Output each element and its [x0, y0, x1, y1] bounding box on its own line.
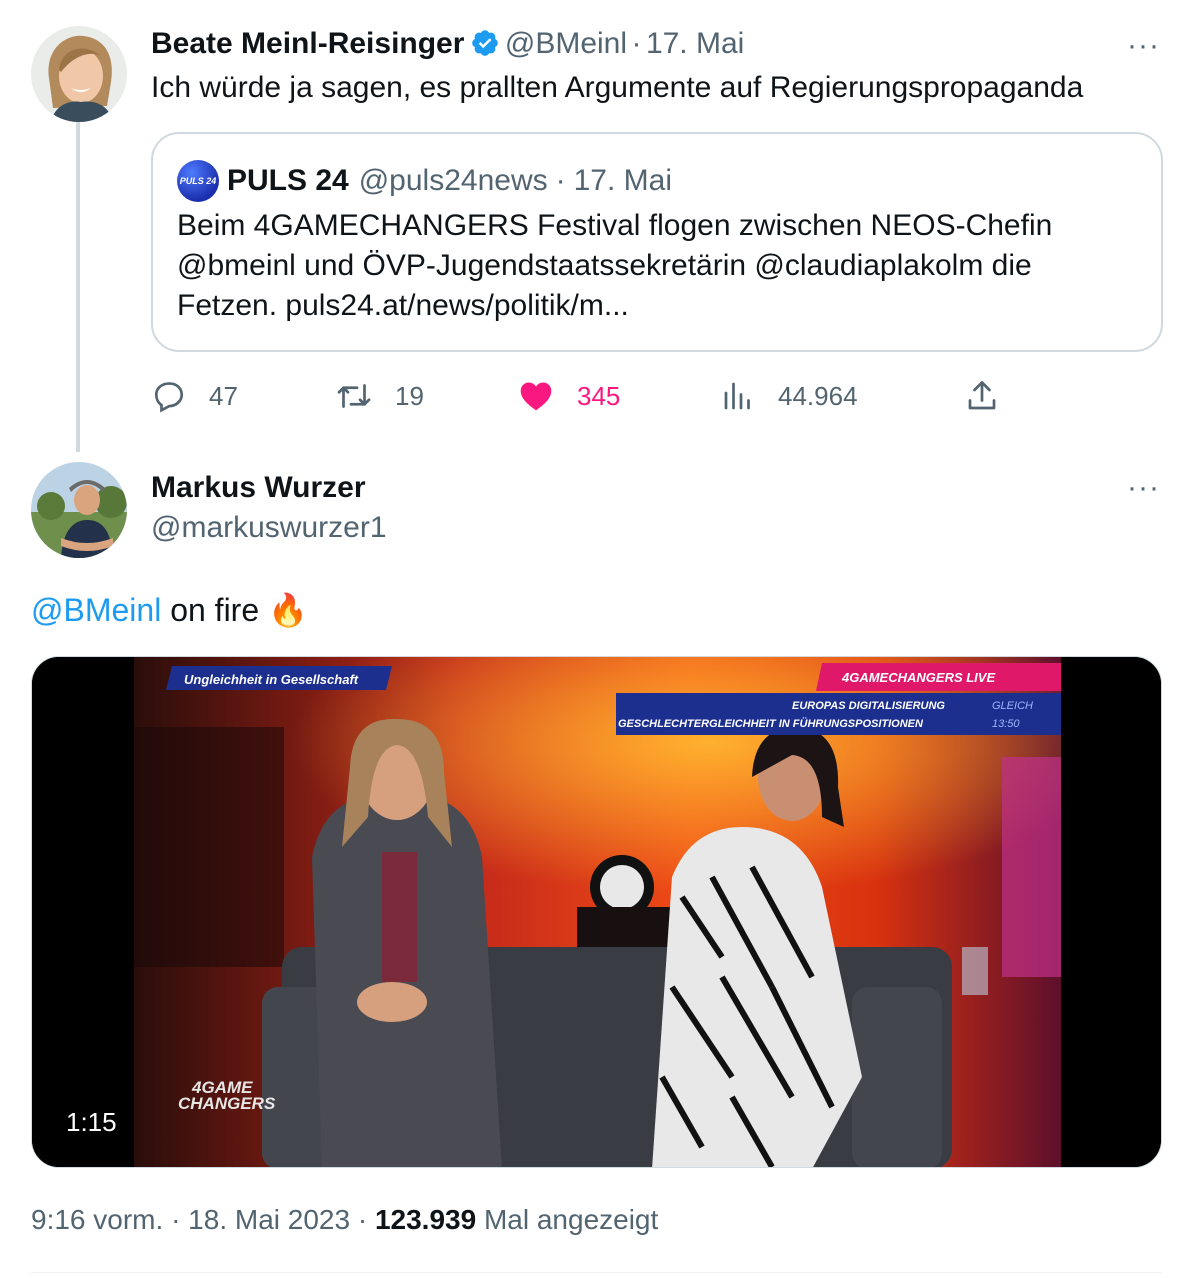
like-button[interactable]: 345 — [517, 378, 620, 414]
author-handle[interactable]: @markuswurzer1 — [151, 510, 387, 546]
video-player[interactable]: Ungleichheit in Gesellschaft 4GAMECHANGE… — [31, 656, 1162, 1168]
author-name[interactable]: Markus Wurzer — [151, 470, 366, 506]
author-name[interactable]: Beate Meinl-Reisinger — [151, 27, 464, 60]
reply-button[interactable]: 47 — [151, 378, 238, 414]
share-icon — [968, 381, 996, 410]
analytics-icon — [724, 382, 750, 410]
quote-date: 17. Mai — [573, 164, 673, 197]
tweet-footer: 9:16 vorm. · 18. Mai 2023 · 123.939 Mal … — [31, 1204, 658, 1236]
video-overlay-line1-right: GLEICH — [992, 700, 1033, 712]
video-overlay-line2: GESCHLECHTERGLEICHHEIT IN FÜHRUNGSPOSITI… — [618, 717, 924, 730]
mention-link[interactable]: @BMeinl — [31, 592, 161, 628]
video-logo-line2: CHANGERS — [178, 1094, 276, 1113]
reply-icon — [154, 382, 184, 413]
divider — [31, 1272, 1162, 1273]
avatar[interactable] — [31, 26, 127, 122]
tweet-text: @BMeinl on fire 🔥 — [31, 590, 308, 630]
quote-author-handle: @puls24news — [358, 164, 548, 197]
retweet-icon — [337, 384, 371, 408]
puls24-logo-text: PULS 24 — [179, 176, 217, 186]
video-tag-left: Ungleichheit in Gesellschaft — [184, 672, 359, 687]
more-options-icon[interactable]: ··· — [1127, 473, 1160, 503]
view-count[interactable]: 123.939 — [375, 1204, 476, 1235]
tweet-time[interactable]: 9:16 vorm. — [31, 1204, 163, 1235]
reply-count: 47 — [209, 380, 238, 411]
separator-dot: · — [555, 164, 566, 197]
more-options-icon[interactable]: ··· — [1127, 31, 1160, 61]
puls24-avatar: PULS 24 — [177, 160, 219, 202]
video-overlay-line1: EUROPAS DIGITALISIERUNG — [792, 700, 945, 712]
separator-dot: · — [357, 1204, 368, 1235]
retweet-button[interactable]: 19 — [335, 378, 424, 414]
tweet-text: Ich würde ja sagen, es prallten Argument… — [151, 71, 1084, 104]
verified-badge-icon — [472, 30, 499, 56]
tweet-date[interactable]: 17. Mai — [646, 27, 744, 60]
heart-filled-icon — [520, 382, 552, 411]
tweet-text-body: on fire — [170, 592, 260, 628]
tweet-header: Beate Meinl-Reisinger @BMeinl · 17. Mai — [151, 26, 744, 62]
video-duration: 1:15 — [66, 1107, 117, 1137]
quoted-tweet-card[interactable]: PULS 24 PULS 24 @puls24news · 17. Mai Be… — [151, 132, 1163, 352]
thread-connector-line — [76, 122, 80, 452]
video-overlay-line2-right: 13:50 — [992, 718, 1020, 730]
separator-dot: · — [631, 27, 642, 60]
video-live-banner: 4GAMECHANGERS LIVE — [841, 670, 995, 685]
views-button[interactable]: 44.964 — [720, 378, 858, 414]
share-button[interactable] — [964, 378, 1022, 414]
quote-text: Beim 4GAMECHANGERS Festival flogen zwisc… — [177, 209, 1053, 322]
author-handle[interactable]: @BMeinl — [505, 27, 627, 60]
video-frame: Ungleichheit in Gesellschaft 4GAMECHANGE… — [32, 657, 1161, 1167]
tweet-full-date[interactable]: 18. Mai 2023 — [188, 1204, 350, 1235]
views-count: 44.964 — [778, 380, 858, 411]
quote-author-name: PULS 24 — [227, 164, 349, 197]
separator-dot: · — [171, 1204, 181, 1235]
retweet-count: 19 — [395, 380, 424, 411]
fire-emoji-icon: 🔥 — [268, 592, 308, 628]
avatar[interactable] — [31, 462, 127, 558]
like-count: 345 — [577, 380, 621, 411]
view-count-label: Mal angezeigt — [483, 1204, 659, 1235]
